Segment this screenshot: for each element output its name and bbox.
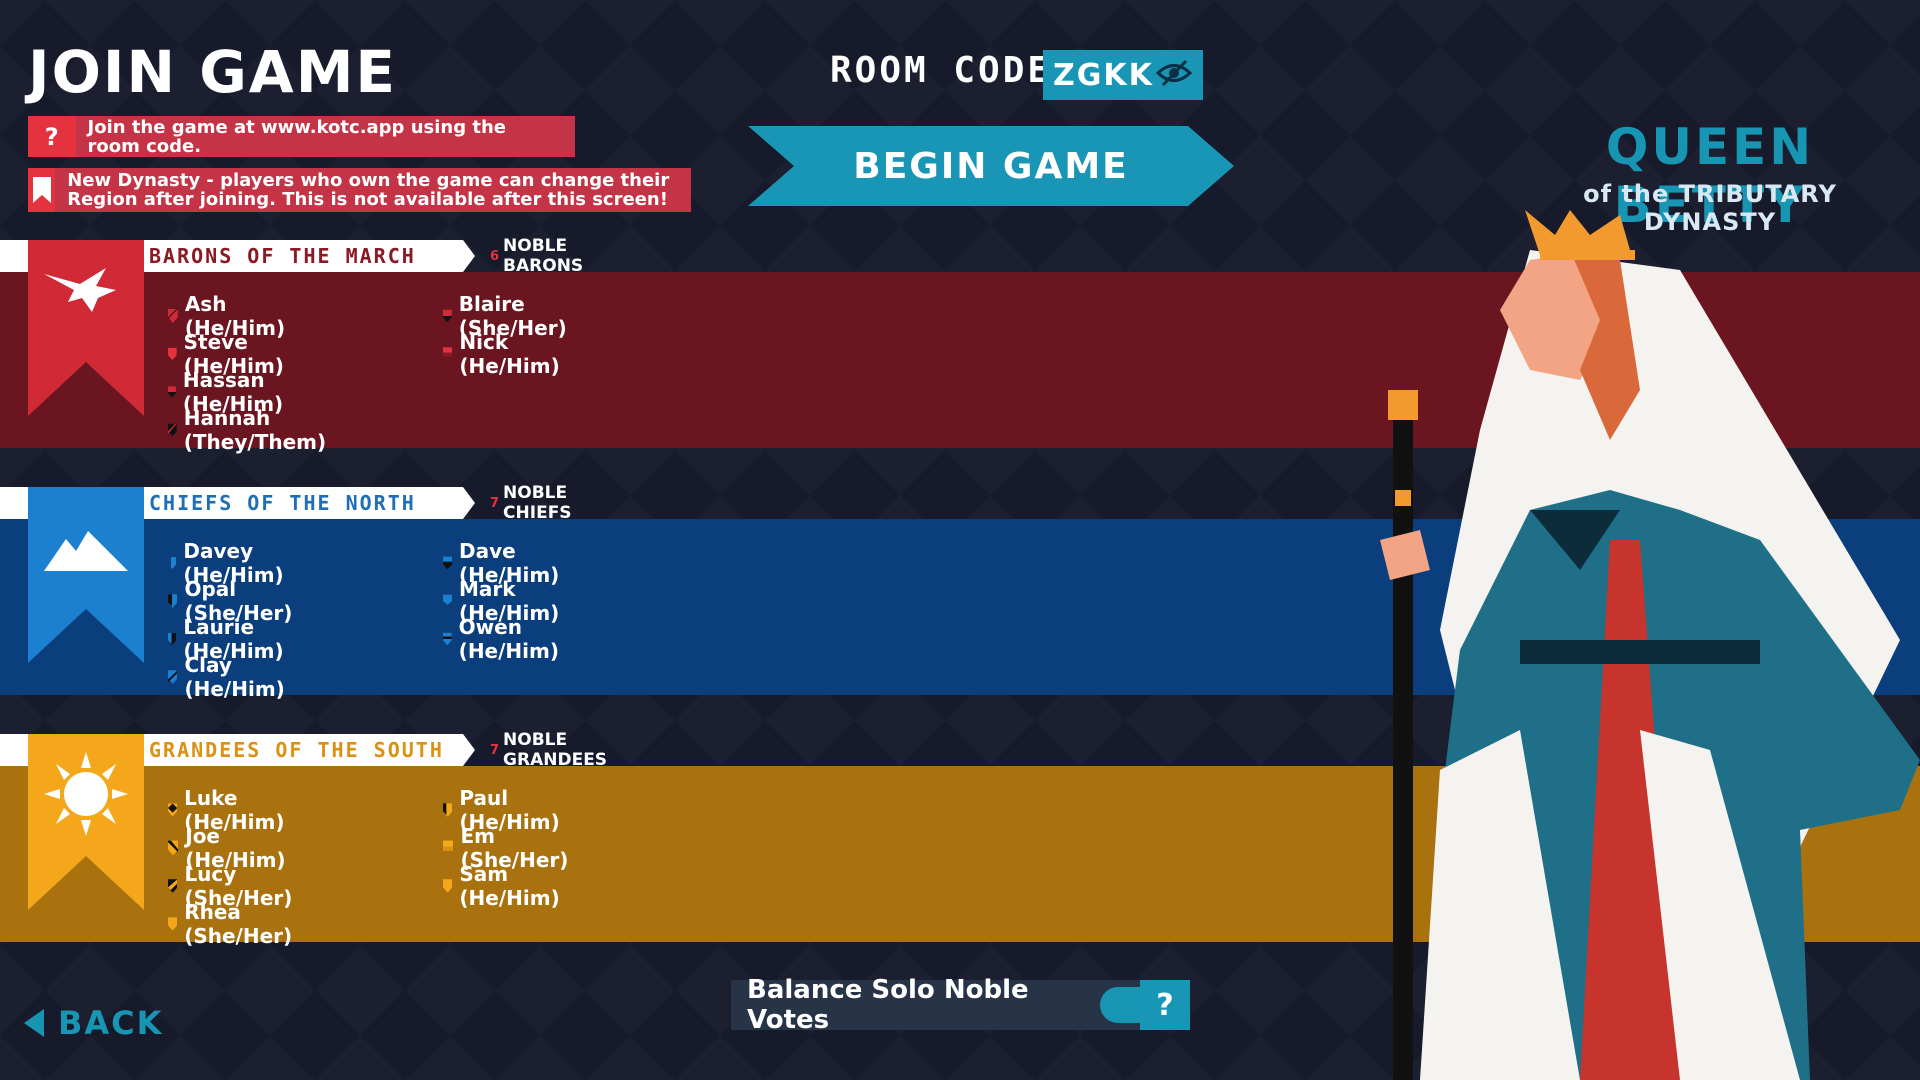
player: Rhea (She/Her): [168, 900, 297, 948]
shield-icon: [168, 803, 178, 817]
player: Sam (He/Him): [443, 862, 564, 910]
shield-icon: [168, 917, 178, 931]
room-code-label: ROOM CODE:: [830, 50, 1077, 91]
shield-icon: [168, 557, 177, 569]
region-header: Barons of the March: [145, 240, 475, 272]
info-banner-new-dynasty: New Dynasty - players who own the game c…: [28, 168, 691, 212]
back-label: BACK: [58, 1004, 164, 1042]
region-count-label: NOBLE GRANDEES: [503, 730, 608, 770]
balance-votes-panel: Balance Solo Noble Votes: [731, 975, 1190, 1035]
region-count-number: 6: [490, 248, 500, 264]
player: Nick (He/Him): [443, 330, 564, 378]
back-button[interactable]: BACK: [24, 1004, 163, 1042]
shield-icon: [168, 423, 177, 437]
balance-votes-label: Balance Solo Noble Votes: [747, 975, 1029, 1035]
shield-icon: [168, 670, 178, 684]
back-arrow-icon: [24, 1009, 44, 1037]
eye-hidden-icon[interactable]: [1155, 58, 1193, 92]
region-count-number: 7: [490, 742, 500, 758]
chiefs-banner: [28, 487, 144, 663]
barons-banner: [28, 240, 144, 416]
bookmark-icon: [28, 168, 56, 212]
region-header: Grandees of the South: [145, 734, 475, 766]
queen-illustration: [1380, 210, 1920, 1080]
shield-icon: [168, 633, 177, 645]
region-name: Chiefs of the North: [149, 491, 416, 515]
shield-icon: [168, 840, 179, 856]
info-text: New Dynasty - players who own the game c…: [67, 170, 670, 210]
question-icon: ?: [28, 116, 76, 157]
sun-icon: [44, 752, 128, 836]
shield-icon: [443, 632, 452, 646]
region-count: 7 NOBLE CHIEFS: [490, 483, 572, 523]
shield-icon: [443, 309, 452, 323]
player: Hannah (They/Them): [168, 406, 331, 454]
room-code-box: ZGKK: [1043, 50, 1203, 100]
page-title: Join Game: [28, 38, 398, 106]
region-count-number: 7: [490, 495, 500, 511]
shield-icon: [168, 308, 178, 324]
begin-game-button[interactable]: BEGIN GAME: [748, 126, 1234, 206]
region-count: 7 NOBLE GRANDEES: [490, 730, 607, 770]
region-count-label: NOBLE CHIEFS: [503, 483, 572, 523]
begin-game-label: BEGIN GAME: [853, 145, 1129, 187]
region-name: Barons of the March: [149, 244, 416, 268]
shield-icon: [168, 594, 178, 608]
shield-icon: [168, 386, 176, 398]
shield-icon: [443, 594, 452, 605]
shield-icon: [168, 347, 177, 361]
help-button[interactable]: ?: [1140, 980, 1190, 1030]
region-name: Grandees of the South: [149, 738, 444, 762]
shield-icon: [443, 556, 452, 570]
shield-icon: [443, 347, 453, 357]
room-code-value: ZGKK: [1053, 57, 1154, 93]
info-text: Join the game at www.kotc.app using the …: [87, 116, 507, 157]
info-banner-room-code: ? Join the game at www.kotc.app using th…: [28, 116, 575, 157]
shield-icon: [443, 840, 454, 851]
shield-icon: [443, 803, 453, 817]
player: Owen (He/Him): [443, 615, 564, 663]
region-count: 6 NOBLE BARONS: [490, 236, 583, 276]
shield-icon: [168, 879, 178, 893]
region-header: Chiefs of the North: [145, 487, 475, 519]
player: Clay (He/Him): [168, 653, 289, 701]
shield-icon: [443, 879, 453, 893]
grandees-banner: [28, 734, 144, 910]
region-count-label: NOBLE BARONS: [503, 236, 584, 276]
